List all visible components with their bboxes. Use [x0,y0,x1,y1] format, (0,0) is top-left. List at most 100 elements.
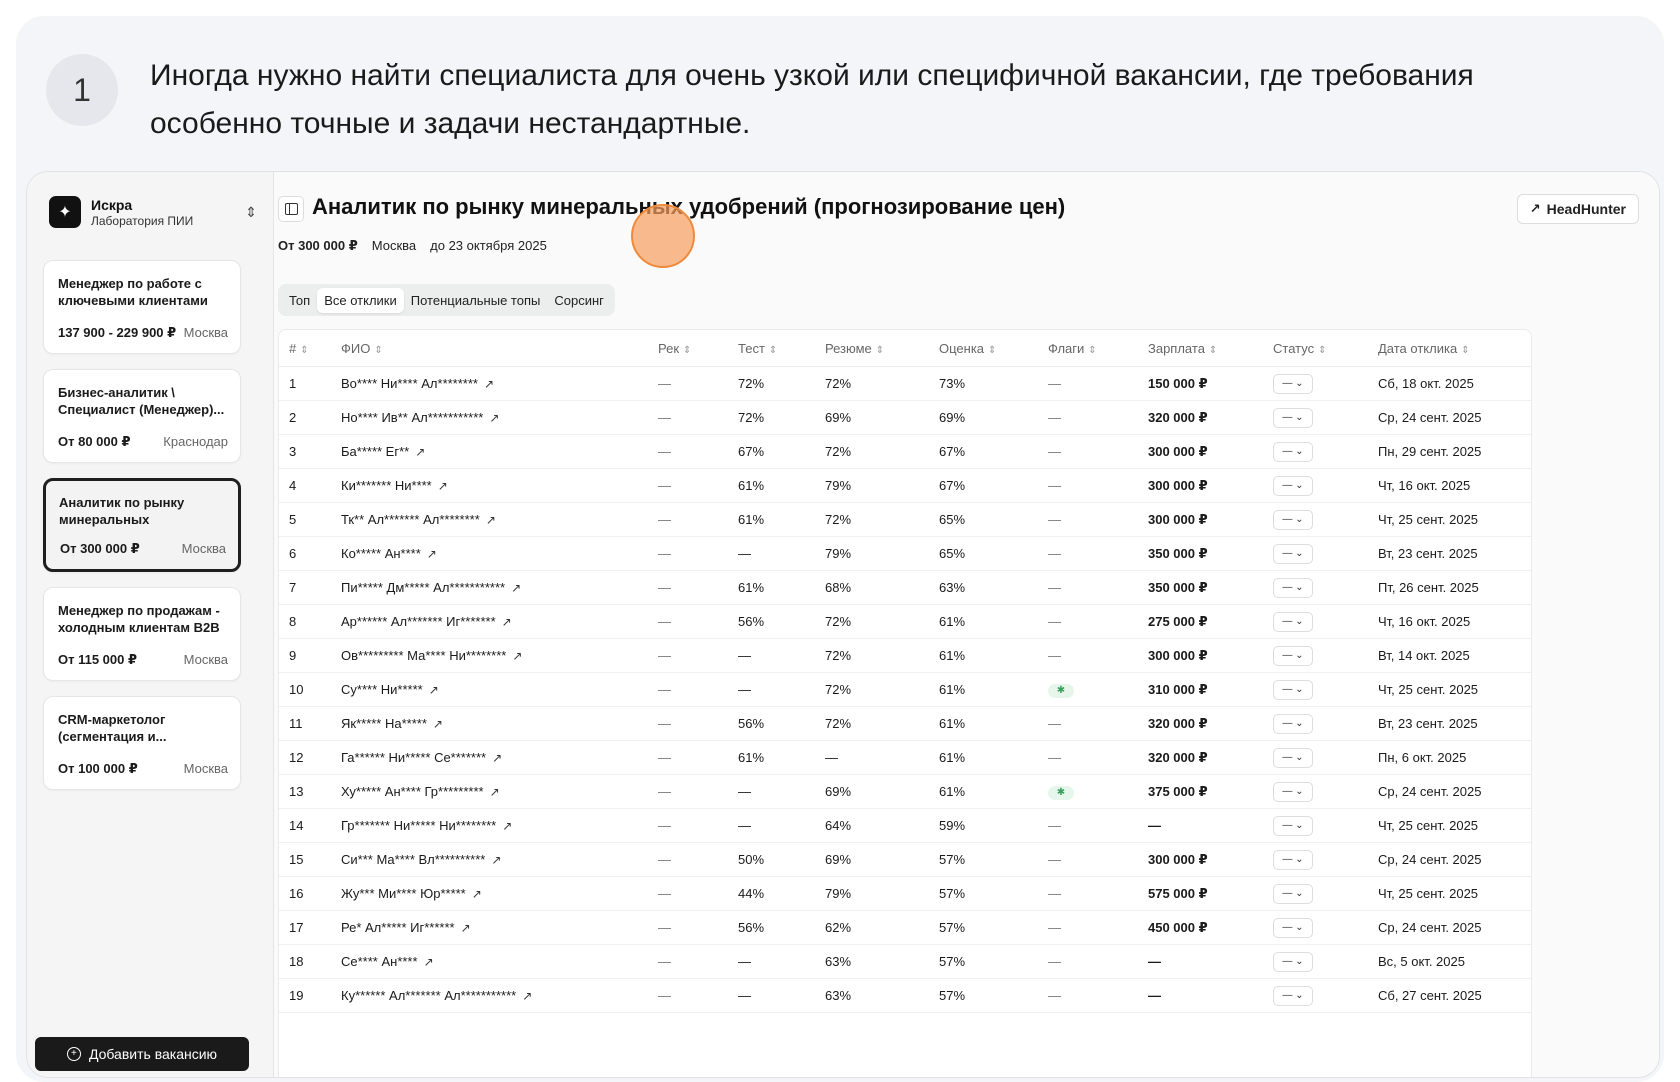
resume-cell: 69% [825,784,852,799]
external-link-icon[interactable]: ↗ [424,955,434,969]
status-dropdown[interactable]: — ⌄ [1273,917,1313,938]
status-dropdown[interactable]: — ⌄ [1273,781,1313,802]
vacancy-card[interactable]: Менеджер по продажам - холодным клиентам… [43,587,241,681]
external-link-icon[interactable]: ↗ [484,377,494,391]
vacancy-card[interactable]: Бизнес-аналитик \ Специалист (Менеджер).… [43,369,241,463]
external-link-icon[interactable]: ↗ [461,921,471,935]
column-header[interactable]: Резюме ⇕ [825,330,939,367]
table-row[interactable]: 1 Во**** Ни**** Ал******** ↗ — 72% 72% 73… [279,366,1531,401]
column-header[interactable]: Статус ⇕ [1273,330,1378,367]
table-row[interactable]: 18 Се**** Ан**** ↗ — — 63% 57% — — — ⌄ Вс… [279,944,1531,979]
external-link-icon[interactable]: ↗ [472,887,482,901]
table-row[interactable]: 17 Ре* Ал***** Иг****** ↗ — 56% 62% 57% —… [279,910,1531,945]
status-dropdown[interactable]: — ⌄ [1273,679,1313,700]
external-link-icon[interactable]: ↗ [492,751,502,765]
table-row[interactable]: 4 Ки******* Ни**** ↗ — 61% 79% 67% — 300 … [279,468,1531,503]
row-number: 1 [289,376,297,391]
table-row[interactable]: 8 Ар****** Ал******* Иг******* ↗ — 56% 72… [279,604,1531,639]
external-link-icon[interactable]: ↗ [415,445,425,459]
status-dropdown[interactable]: — ⌄ [1273,747,1313,768]
external-link-icon[interactable]: ↗ [433,717,443,731]
table-row[interactable]: 5 Тк** Ал******* Ал******** ↗ — 61% 72% 6… [279,502,1531,537]
status-dropdown[interactable]: — ⌄ [1273,373,1313,394]
column-header[interactable]: Оценка ⇕ [939,330,1048,367]
date-cell: Вс, 5 окт. 2025 [1378,954,1465,969]
column-header-label: # [289,340,297,356]
external-link-icon[interactable]: ↗ [491,853,501,867]
status-dropdown[interactable]: — ⌄ [1273,951,1313,972]
test-cell: 44% [738,886,765,901]
external-link-icon[interactable]: ↗ [486,513,496,527]
table-row[interactable]: 7 Пи***** Дм***** Ал*********** ↗ — 61% 6… [279,570,1531,605]
score-cell: 57% [939,954,966,969]
external-link-icon[interactable]: ↗ [511,581,521,595]
status-dropdown[interactable]: — ⌄ [1273,475,1313,496]
table-row[interactable]: 3 Ба***** Ег** ↗ — 67% 72% 67% — 300 000 … [279,434,1531,469]
test-cell: — [738,784,751,799]
resume-cell: — [825,750,838,765]
column-header[interactable]: Дата отклика ⇕ [1378,330,1531,367]
status-dropdown[interactable]: — ⌄ [1273,815,1313,836]
external-link-icon[interactable]: ↗ [429,683,439,697]
status-dropdown[interactable]: — ⌄ [1273,849,1313,870]
table-row[interactable]: 11 Як***** На***** ↗ — 56% 72% 61% — 320 … [279,706,1531,741]
status-dropdown[interactable]: — ⌄ [1273,611,1313,632]
status-dropdown[interactable]: — ⌄ [1273,645,1313,666]
add-vacancy-button[interactable]: + Добавить вакансию [35,1037,249,1071]
date-cell: Ср, 24 сент. 2025 [1378,920,1482,935]
column-header[interactable]: Зарплата ⇕ [1148,330,1273,367]
external-link-icon[interactable]: ↗ [489,411,499,425]
candidate-name: Ки******* Ни**** [341,478,432,493]
headhunter-button[interactable]: ↗ HeadHunter [1516,194,1639,224]
vacancy-card[interactable]: Менеджер по работе с ключевыми клиентами… [43,260,241,354]
external-link-icon[interactable]: ↗ [427,547,437,561]
vacancy-card[interactable]: Аналитик по рынку минеральных удобрени..… [43,478,241,572]
column-header[interactable]: Флаги ⇕ [1048,330,1148,367]
column-header[interactable]: # ⇕ [279,330,341,367]
external-link-icon[interactable]: ↗ [502,819,512,833]
status-dropdown[interactable]: — ⌄ [1273,441,1313,462]
tab-3[interactable]: Сорсинг [547,288,611,313]
sort-icon: ⇕ [1461,344,1470,356]
sidebar-toggle-icon[interactable] [278,196,304,222]
status-dropdown[interactable]: — ⌄ [1273,713,1313,734]
status-dropdown[interactable]: — ⌄ [1273,883,1313,904]
external-link-icon[interactable]: ↗ [512,649,522,663]
status-dropdown[interactable]: — ⌄ [1273,543,1313,564]
rec-cell: — [658,614,671,629]
candidate-name: Ко***** Ан**** [341,546,421,561]
status-dropdown[interactable]: — ⌄ [1273,985,1313,1006]
candidate-name: Га****** Ни***** Се******* [341,750,487,765]
org-switcher[interactable]: ✦ Искра Лаборатория ПИИ ⇕ [49,194,257,230]
table-row[interactable]: 19 Ку****** Ал******* Ал*********** ↗ — —… [279,978,1531,1013]
table-row[interactable]: 6 Ко***** Ан**** ↗ — — 79% 65% — 350 000 … [279,536,1531,571]
column-header[interactable]: Рек ⇕ [658,330,738,367]
row-number: 19 [289,988,304,1003]
table-row[interactable]: 13 Ху***** Ан**** Гр********* ↗ — — 69% 6… [279,774,1531,809]
external-link-icon[interactable]: ↗ [522,989,532,1003]
table-row[interactable]: 2 Но**** Ив** Ал*********** ↗ — 72% 69% 6… [279,400,1531,435]
row-number: 9 [289,648,297,663]
external-link-icon[interactable]: ↗ [438,479,448,493]
vacancy-card[interactable]: CRM-маркетолог (сегментация и... От 100 … [43,696,241,790]
table-row[interactable]: 14 Гр******* Ни***** Ни******** ↗ — — 64%… [279,808,1531,843]
table-row[interactable]: 15 Си*** Ма**** Вл********** ↗ — 50% 69% … [279,842,1531,877]
column-header[interactable]: ФИО ⇕ [341,330,658,367]
table-row[interactable]: 10 Су**** Ни***** ↗ — — 72% 61% ✱ 310 000… [279,672,1531,707]
tab-1[interactable]: Все отклики [317,287,404,313]
tab-0[interactable]: Топ [282,288,317,313]
rec-cell: — [658,478,671,493]
status-dropdown[interactable]: — ⌄ [1273,407,1313,428]
external-link-icon[interactable]: ↗ [502,615,512,629]
table-row[interactable]: 16 Жу*** Ми**** Юр***** ↗ — 44% 79% 57% —… [279,876,1531,911]
test-cell: 72% [738,376,765,391]
table-row[interactable]: 9 Ов********* Ма**** Ни******** ↗ — — 72%… [279,638,1531,673]
external-link-icon[interactable]: ↗ [490,785,500,799]
candidate-name: Ху***** Ан**** Гр********* [341,784,484,799]
table-row[interactable]: 12 Га****** Ни***** Се******* ↗ — 61% — 6… [279,740,1531,775]
tab-2[interactable]: Потенциальные топы [404,288,548,313]
status-dropdown[interactable]: — ⌄ [1273,509,1313,530]
date-cell: Пт, 26 сент. 2025 [1378,580,1479,595]
column-header[interactable]: Тест ⇕ [738,330,825,367]
status-dropdown[interactable]: — ⌄ [1273,577,1313,598]
